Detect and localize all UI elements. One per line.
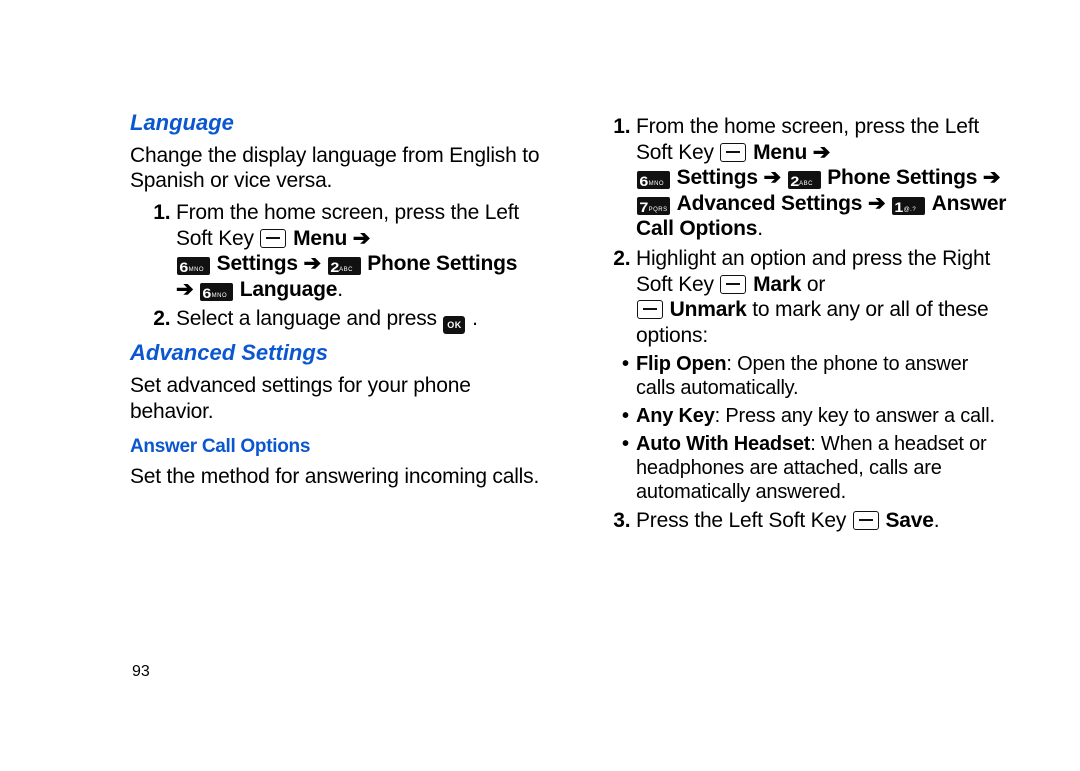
answer-call-intro: Set the method for answering incoming ca… <box>130 464 540 490</box>
language-step-1: From the home screen, press the Left Sof… <box>176 200 540 302</box>
option-auto-headset: Auto With Headset: When a headset or hea… <box>636 432 1010 504</box>
advanced-intro: Set advanced settings for your phone beh… <box>130 373 540 424</box>
aco-step-3: Press the Left Soft Key Save. <box>636 508 1010 534</box>
label-mark: Mark <box>753 273 801 296</box>
options-list: Flip Open: Open the phone to answer call… <box>636 352 1010 504</box>
soft-key-icon <box>260 229 286 248</box>
page-number: 93 <box>132 663 150 681</box>
manual-page: Language Change the display language fro… <box>0 0 1080 771</box>
key-2-icon: 2ABC <box>788 171 821 189</box>
option-flip-open: Flip Open: Open the phone to answer call… <box>636 352 1010 400</box>
soft-key-icon <box>720 275 746 294</box>
key-7-icon: 7PQRS <box>637 197 670 215</box>
step-text: Select a language and press <box>176 307 442 330</box>
answer-call-steps: From the home screen, press the Left Sof… <box>590 114 1010 534</box>
heading-answer-call-options: Answer Call Options <box>130 435 540 458</box>
key-1-icon: 1@.? <box>892 197 925 215</box>
language-steps: From the home screen, press the Left Sof… <box>130 200 540 334</box>
heading-advanced: Advanced Settings <box>130 340 540 367</box>
arrow-icon: ➔ <box>176 278 193 301</box>
arrow-icon: ➔ <box>983 166 1000 189</box>
key-6-icon: 6MNO <box>637 171 670 189</box>
option-any-key: Any Key: Press any key to answer a call. <box>636 404 1010 428</box>
aco-step-1: From the home screen, press the Left Sof… <box>636 114 1010 242</box>
language-step-2: Select a language and press OK . <box>176 306 540 334</box>
label-menu: Menu ➔ <box>753 141 830 164</box>
key-6-icon: 6MNO <box>200 283 233 301</box>
label-advanced-settings: Advanced Settings <box>677 192 863 215</box>
language-intro: Change the display language from English… <box>130 143 540 194</box>
arrow-icon: ➔ <box>764 166 781 189</box>
label-settings: Settings ➔ <box>217 252 321 275</box>
label-language: Language <box>240 278 338 301</box>
aco-step-2: Highlight an option and press the Right … <box>636 246 1010 504</box>
label-phone-settings: Phone Settings ➔ <box>827 166 1000 189</box>
step-text: Press the Left Soft Key <box>636 509 852 532</box>
soft-key-icon <box>720 143 746 162</box>
arrow-icon: ➔ <box>353 227 370 250</box>
arrow-icon: ➔ <box>868 192 885 215</box>
label-save: Save <box>885 509 933 532</box>
left-column: Language Change the display language fro… <box>130 110 540 731</box>
label-settings: Settings ➔ <box>677 166 781 189</box>
ok-key-icon: OK <box>443 316 465 334</box>
heading-language: Language <box>130 110 540 137</box>
soft-key-icon <box>637 300 663 319</box>
key-6-icon: 6MNO <box>177 257 210 275</box>
label-menu: Menu ➔ <box>293 227 370 250</box>
soft-key-icon <box>853 511 879 530</box>
arrow-icon: ➔ <box>304 252 321 275</box>
key-2-icon: 2ABC <box>328 257 361 275</box>
right-column: From the home screen, press the Left Sof… <box>590 110 1010 731</box>
label-unmark: Unmark <box>670 298 747 321</box>
arrow-icon: ➔ <box>813 141 830 164</box>
